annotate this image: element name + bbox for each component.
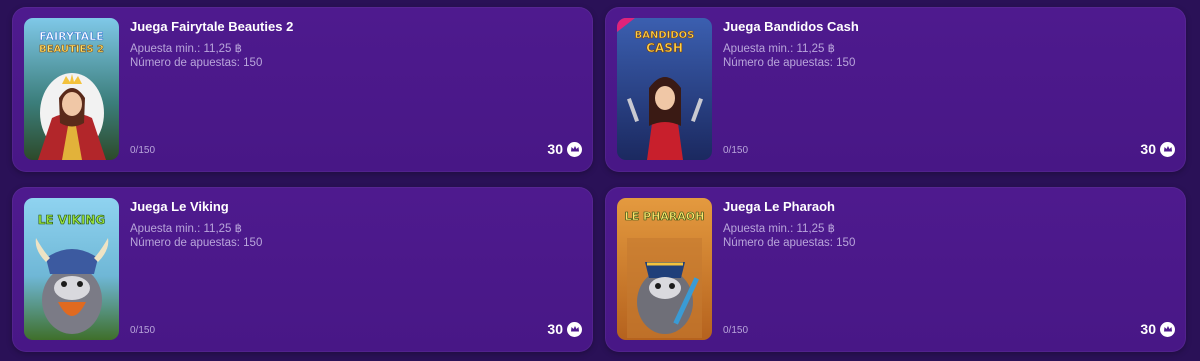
crown-coin-icon	[567, 321, 582, 337]
progress-text: 0/150	[723, 325, 749, 336]
reward: 30	[1140, 141, 1175, 157]
progress-text: 0/150	[723, 145, 749, 156]
bet-count-text: Número de apuestas: 150	[723, 237, 856, 249]
queen-character-icon: FAIRYTALE BEAUTIES 2	[24, 18, 119, 160]
reward-amount: 30	[547, 141, 563, 157]
min-bet-text: Apuesta min.: 11,25 ฿	[130, 43, 242, 55]
progress-text: 0/150	[130, 145, 156, 156]
bet-count-text: Número de apuestas: 150	[723, 57, 856, 69]
reward: 30	[1140, 321, 1175, 337]
svg-text:LE PHARAOH: LE PHARAOH	[625, 210, 705, 223]
progress-text: 0/150	[130, 325, 156, 336]
crown-coin-icon	[1160, 321, 1175, 337]
mission-title: Juega Le Viking	[130, 199, 229, 214]
bet-count-text: Número de apuestas: 150	[130, 237, 263, 249]
game-thumbnail[interactable]: LE PHARAOH	[617, 198, 712, 340]
crown-coin-icon	[567, 141, 582, 157]
mission-title: Juega Bandidos Cash	[723, 19, 859, 34]
mission-card[interactable]: LE PHARAOH Juega Le Pharaoh Apuesta min.…	[605, 187, 1186, 352]
mission-title: Juega Fairytale Beauties 2	[130, 19, 294, 34]
mission-card[interactable]: LE VIKING Juega Le Viking Apuesta min.: …	[12, 187, 593, 352]
mission-title: Juega Le Pharaoh	[723, 199, 835, 214]
bet-count-text: Número de apuestas: 150	[130, 57, 263, 69]
viking-raccoon-character-icon: LE VIKING	[24, 198, 119, 340]
crown-coin-icon	[1160, 141, 1175, 157]
svg-text:CASH: CASH	[646, 41, 683, 55]
mission-card[interactable]: BANDIDOS CASH Juega Bandidos Cash Apuest…	[605, 7, 1186, 172]
game-thumbnail[interactable]: FAIRYTALE BEAUTIES 2	[24, 18, 119, 160]
bandit-woman-character-icon: BANDIDOS CASH	[617, 18, 712, 160]
svg-text:BANDIDOS: BANDIDOS	[635, 30, 695, 41]
reward-amount: 30	[547, 321, 563, 337]
game-thumbnail[interactable]: LE VIKING	[24, 198, 119, 340]
pharaoh-raccoon-character-icon: LE PHARAOH	[617, 198, 712, 340]
min-bet-text: Apuesta min.: 11,25 ฿	[723, 43, 835, 55]
game-thumbnail[interactable]: BANDIDOS CASH	[617, 18, 712, 160]
mission-card[interactable]: FAIRYTALE BEAUTIES 2 Juega Fairytale Bea…	[12, 7, 593, 172]
svg-text:FAIRYTALE: FAIRYTALE	[39, 30, 103, 43]
min-bet-text: Apuesta min.: 11,25 ฿	[130, 223, 242, 235]
reward-amount: 30	[1140, 321, 1156, 337]
svg-text:BEAUTIES 2: BEAUTIES 2	[39, 44, 104, 55]
reward-amount: 30	[1140, 141, 1156, 157]
svg-text:LE VIKING: LE VIKING	[38, 213, 105, 227]
reward: 30	[547, 321, 582, 337]
min-bet-text: Apuesta min.: 11,25 ฿	[723, 223, 835, 235]
reward: 30	[547, 141, 582, 157]
missions-grid: FAIRYTALE BEAUTIES 2 Juega Fairytale Bea…	[12, 7, 1186, 353]
